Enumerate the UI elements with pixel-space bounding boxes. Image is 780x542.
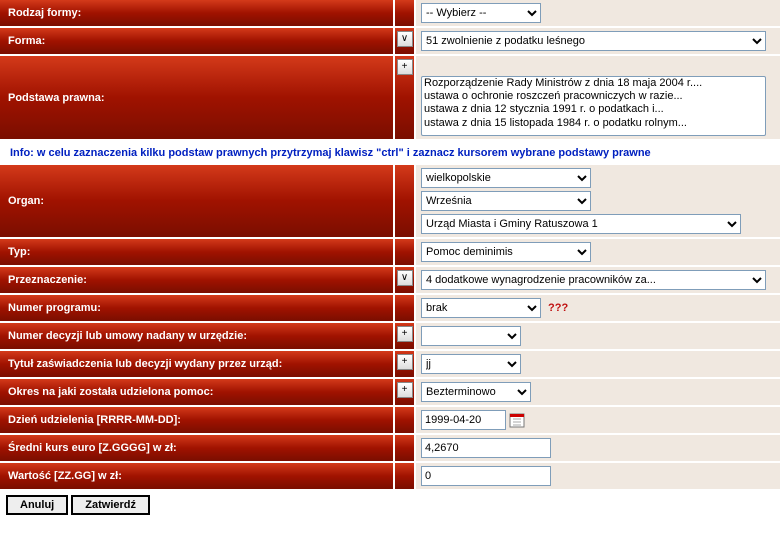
select-tytul[interactable]: jj <box>421 354 521 374</box>
row-typ: Typ: Pomoc deminimis <box>0 239 780 267</box>
row-podstawa: Podstawa prawna: + Rozporządzenie Rady M… <box>0 56 780 141</box>
label-numer-decyzji: Numer decyzji lub umowy nadany w urzędzi… <box>0 323 395 349</box>
button-row: Anuluj Zatwierdź <box>0 491 780 519</box>
label-przeznaczenie: Przeznaczenie: <box>0 267 395 293</box>
select-typ[interactable]: Pomoc deminimis <box>421 242 591 262</box>
label-tytul: Tytuł zaświadczenia lub decyzji wydany p… <box>0 351 395 377</box>
expand-przeznaczenie-button[interactable]: ∨ <box>397 270 413 286</box>
select-organ-woj[interactable]: wielkopolskie <box>421 168 591 188</box>
row-dzien: Dzień udzielenia [RRRR-MM-DD]: <box>0 407 780 435</box>
row-rodzaj-formy: Rodzaj formy: -- Wybierz -- <box>0 0 780 28</box>
row-okres: Okres na jaki została udzielona pomoc: +… <box>0 379 780 407</box>
label-wartosc: Wartość [ZZ.GG] w zł: <box>0 463 395 489</box>
select-rodzaj-formy[interactable]: -- Wybierz -- <box>421 3 541 23</box>
label-forma: Forma: <box>0 28 395 54</box>
label-kurs: Średni kurs euro [Z.GGGG] w zł: <box>0 435 395 461</box>
row-wartosc: Wartość [ZZ.GG] w zł: <box>0 463 780 491</box>
row-numer-decyzji: Numer decyzji lub umowy nadany w urzędzi… <box>0 323 780 351</box>
row-kurs: Średni kurs euro [Z.GGGG] w zł: <box>0 435 780 463</box>
zatwierdz-button[interactable]: Zatwierdź <box>71 495 150 515</box>
label-rodzaj-formy: Rodzaj formy: <box>0 0 395 26</box>
hint-numer-programu: ??? <box>548 302 568 314</box>
select-forma[interactable]: 51 zwolnienie z podatku leśnego <box>421 31 766 51</box>
row-forma: Forma: ∨ 51 zwolnienie z podatku leśnego <box>0 28 780 56</box>
row-organ: Organ: wielkopolskie Września Urząd Mias… <box>0 165 780 239</box>
row-numer-programu: Numer programu: brak ??? <box>0 295 780 323</box>
anuluj-button[interactable]: Anuluj <box>6 495 68 515</box>
expand-forma-button[interactable]: ∨ <box>397 31 413 47</box>
label-podstawa: Podstawa prawna: <box>0 56 395 139</box>
row-przeznaczenie: Przeznaczenie: ∨ 4 dodatkowe wynagrodzen… <box>0 267 780 295</box>
add-podstawa-button[interactable]: + <box>397 59 413 75</box>
label-numer-programu: Numer programu: <box>0 295 395 321</box>
label-typ: Typ: <box>0 239 395 265</box>
ctrl-rodzaj-formy <box>395 0 416 26</box>
select-przeznaczenie[interactable]: 4 dodatkowe wynagrodzenie pracowników za… <box>421 270 766 290</box>
select-numer-programu[interactable]: brak <box>421 298 541 318</box>
select-organ-urzad[interactable]: Urząd Miasta i Gminy Ratuszowa 1 <box>421 214 741 234</box>
listbox-podstawa[interactable]: Rozporządzenie Rady Ministrów z dnia 18 … <box>421 76 766 136</box>
calendar-icon[interactable] <box>509 412 525 428</box>
select-organ-miasto[interactable]: Września <box>421 191 591 211</box>
input-wartosc[interactable] <box>421 466 551 486</box>
input-kurs[interactable] <box>421 438 551 458</box>
input-dzien[interactable] <box>421 410 506 430</box>
select-numer-decyzji[interactable] <box>421 326 521 346</box>
form-container: Rodzaj formy: -- Wybierz -- Forma: ∨ 51 … <box>0 0 780 519</box>
row-tytul: Tytuł zaświadczenia lub decyzji wydany p… <box>0 351 780 379</box>
add-tytul-button[interactable]: + <box>397 354 413 370</box>
info-text: Info: w celu zaznaczenia kilku podstaw p… <box>0 141 780 165</box>
label-okres: Okres na jaki została udzielona pomoc: <box>0 379 395 405</box>
label-dzien: Dzień udzielenia [RRRR-MM-DD]: <box>0 407 395 433</box>
add-okres-button[interactable]: + <box>397 382 413 398</box>
select-okres[interactable]: Bezterminowo <box>421 382 531 402</box>
add-numer-decyzji-button[interactable]: + <box>397 326 413 342</box>
label-organ: Organ: <box>0 165 395 237</box>
